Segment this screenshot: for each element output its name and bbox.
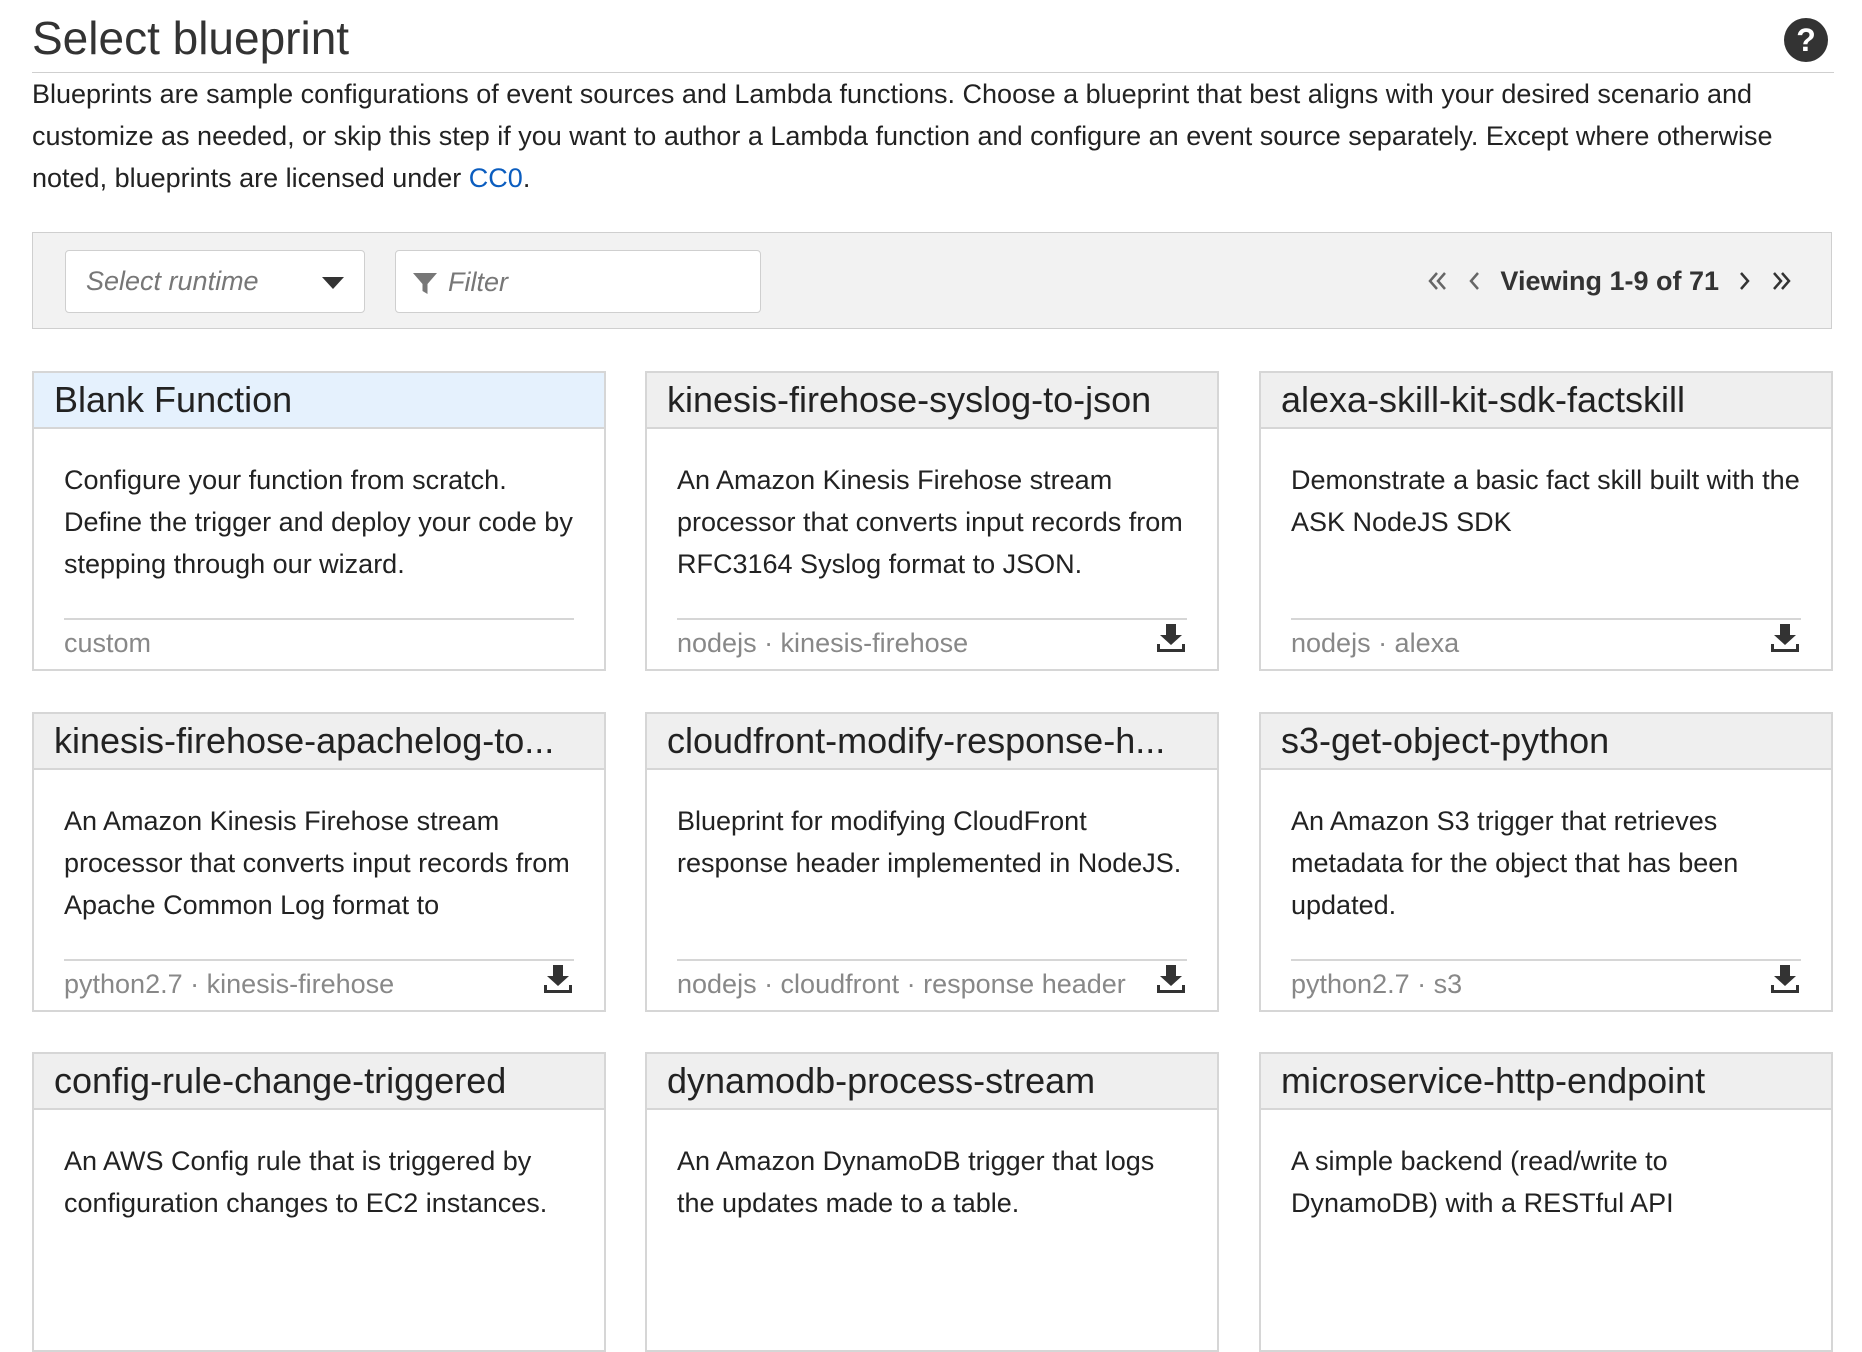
blueprint-card[interactable]: alexa-skill-kit-sdk-factskill Demonstrat…: [1259, 371, 1833, 671]
runtime-select[interactable]: Select runtime: [65, 250, 365, 313]
blueprint-card-title: config-rule-change-triggered: [34, 1054, 604, 1110]
blueprint-card-description: An Amazon Kinesis Firehose stream proces…: [64, 806, 570, 920]
blueprint-card-tags: nodejs · kinesis-firehose: [677, 628, 969, 658]
blueprint-card[interactable]: dynamodb-process-stream An Amazon Dynamo…: [645, 1052, 1219, 1352]
blueprint-card-title: Blank Function: [34, 373, 604, 429]
blueprint-card[interactable]: kinesis-firehose-apachelog-to... An Amaz…: [32, 712, 606, 1012]
page-title: Select blueprint: [32, 12, 350, 64]
blueprint-card-description: Blueprint for modifying CloudFront respo…: [677, 806, 1182, 878]
blueprint-card-description: An Amazon Kinesis Firehose stream proces…: [677, 465, 1183, 579]
blueprint-card-footer: nodejs · kinesis-firehose: [677, 618, 1187, 670]
first-page-button[interactable]: [1420, 261, 1456, 301]
blueprint-toolbar: Select runtime Viewing 1-9 of 71: [32, 232, 1832, 329]
page-header: Select blueprint ?: [32, 0, 1834, 73]
pagination: Viewing 1-9 of 71: [1420, 261, 1799, 301]
blueprint-card[interactable]: microservice-http-endpoint A simple back…: [1259, 1052, 1833, 1352]
blueprint-card-description: An AWS Config rule that is triggered by …: [64, 1146, 548, 1218]
last-page-button[interactable]: [1763, 261, 1799, 301]
filter-field[interactable]: [395, 250, 761, 313]
blueprint-card-title: alexa-skill-kit-sdk-factskill: [1261, 373, 1831, 429]
blueprint-card-tags: custom: [64, 628, 152, 658]
blueprint-card-description: Configure your function from scratch. De…: [64, 465, 573, 579]
blueprint-card[interactable]: s3-get-object-python An Amazon S3 trigge…: [1259, 712, 1833, 1012]
blueprint-card-title: microservice-http-endpoint: [1261, 1054, 1831, 1110]
blueprint-card[interactable]: kinesis-firehose-syslog-to-json An Amazo…: [645, 371, 1219, 671]
blueprint-card-tags: nodejs · alexa: [1291, 628, 1460, 658]
blueprint-card[interactable]: Blank Function Configure your function f…: [32, 371, 606, 671]
chevron-right-icon: [1740, 272, 1750, 290]
download-icon[interactable]: [1769, 622, 1801, 654]
blueprint-card-tags: nodejs · cloudfront · response header: [677, 969, 1126, 999]
blueprint-card-title: kinesis-firehose-apachelog-to...: [34, 714, 604, 770]
blueprint-card[interactable]: cloudfront-modify-response-h... Blueprin…: [645, 712, 1219, 1012]
download-icon[interactable]: [1155, 963, 1187, 995]
download-icon[interactable]: [542, 963, 574, 995]
blueprint-card-tags: python2.7 · kinesis-firehose: [64, 969, 395, 999]
download-icon[interactable]: [1155, 622, 1187, 654]
blueprint-card-description: Demonstrate a basic fact skill built wit…: [1291, 465, 1800, 537]
blueprint-card-title: cloudfront-modify-response-h...: [647, 714, 1217, 770]
filter-input[interactable]: [446, 261, 750, 303]
next-page-button[interactable]: [1727, 261, 1763, 301]
blueprint-card-description: An Amazon S3 trigger that retrieves meta…: [1291, 806, 1739, 920]
double-chevron-right-icon: [1773, 272, 1791, 290]
viewing-range: Viewing 1-9 of 71: [1500, 265, 1719, 296]
blueprint-card-footer: python2.7 · s3: [1291, 959, 1801, 1011]
runtime-select-placeholder: Select runtime: [86, 266, 259, 296]
double-chevron-left-icon: [1428, 272, 1447, 290]
blueprint-card-footer: nodejs · cloudfront · response header: [677, 959, 1187, 1011]
caret-down-icon: [322, 277, 344, 289]
funnel-icon: [413, 273, 437, 294]
cc0-link[interactable]: CC0: [469, 163, 523, 193]
blueprint-card-footer: custom: [64, 618, 574, 670]
blueprint-card-tags: python2.7 · s3: [1291, 969, 1463, 999]
question-circle-icon[interactable]: ?: [1784, 18, 1828, 62]
blueprint-card-title: s3-get-object-python: [1261, 714, 1831, 770]
chevron-left-icon: [1469, 272, 1480, 290]
description-suffix: .: [522, 163, 531, 193]
previous-page-button[interactable]: [1456, 261, 1492, 301]
blueprint-card[interactable]: config-rule-change-triggered An AWS Conf…: [32, 1052, 606, 1352]
blueprint-card-description: A simple backend (read/write to DynamoDB…: [1291, 1146, 1674, 1218]
blueprint-card-title: dynamodb-process-stream: [647, 1054, 1217, 1110]
blueprint-card-footer: python2.7 · kinesis-firehose: [64, 959, 574, 1011]
download-icon[interactable]: [1769, 963, 1801, 995]
blueprint-card-description: An Amazon DynamoDB trigger that logs the…: [677, 1146, 1155, 1218]
description-text: Blueprints are sample configurations of …: [32, 79, 1773, 193]
blueprint-page: Select blueprint ? Blueprints are sample…: [0, 0, 1862, 1352]
blueprint-card-title: kinesis-firehose-syslog-to-json: [647, 373, 1217, 429]
page-description: Blueprints are sample configurations of …: [32, 73, 1832, 199]
blueprint-card-footer: nodejs · alexa: [1291, 618, 1801, 670]
